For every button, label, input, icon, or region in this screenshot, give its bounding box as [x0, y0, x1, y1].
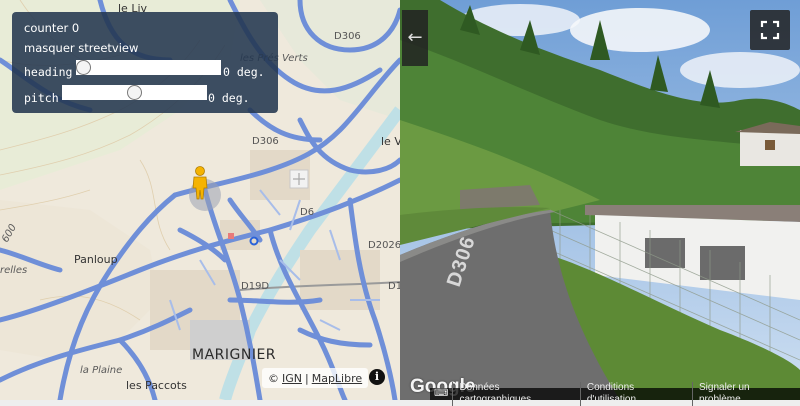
map-label-d1: D1 [388, 281, 400, 292]
map-label-d6: D6 [300, 207, 315, 218]
toggle-streetview-button[interactable]: masquer streetview [24, 41, 138, 55]
streetview-panorama [400, 0, 800, 400]
fullscreen-button[interactable] [750, 10, 790, 50]
map-label-relles: relles [0, 265, 28, 276]
heading-label: heading [24, 65, 73, 79]
arrow-left-icon: ← [407, 27, 423, 48]
pitch-slider-thumb[interactable] [127, 85, 142, 100]
pitch-label: pitch [24, 91, 59, 105]
report-problem-link[interactable]: Signaler un problème [692, 382, 800, 406]
streetview-pane[interactable]: D306 [400, 0, 800, 400]
attribution-separator: | [305, 371, 309, 385]
map-label-d306-top: D306 [334, 31, 361, 42]
control-panel: counter 0 masquer streetview heading 0 d… [12, 12, 278, 113]
map-label-d306-mid: D306 [252, 136, 279, 147]
fullscreen-icon [760, 20, 780, 40]
ign-link[interactable]: IGN [282, 372, 302, 385]
map-label-d2026: D2026 [368, 240, 400, 251]
map-label-les-paccots: les Paccots [126, 379, 187, 392]
map-label-le-v: le V [381, 135, 400, 148]
back-button[interactable]: ← [402, 10, 428, 66]
map-data-link[interactable]: Données cartographiques [452, 382, 579, 406]
pegman-icon[interactable] [188, 166, 212, 200]
map-label-la-plaine: la Plaine [80, 365, 123, 376]
info-icon[interactable]: i [369, 369, 385, 385]
pitch-value: 0 deg. [208, 91, 250, 105]
heading-slider[interactable] [76, 60, 221, 75]
map-label-d19d: D19D [241, 281, 270, 292]
copyright-symbol: © [268, 371, 279, 385]
map-label-town: MARIGNIER [192, 347, 277, 363]
heading-slider-thumb[interactable] [76, 60, 91, 75]
keyboard-shortcuts-icon[interactable]: ⌨ [430, 388, 452, 400]
heading-value: 0 deg. [223, 65, 265, 79]
maplibre-link[interactable]: MapLibre [312, 372, 362, 385]
counter-label: counter 0 [24, 21, 80, 35]
streetview-footer: ⌨ Données cartographiques Conditions d'u… [430, 382, 800, 406]
terms-link[interactable]: Conditions d'utilisation [579, 382, 692, 406]
map-label-panloup: Panloup [74, 253, 118, 266]
pitch-slider[interactable] [62, 85, 207, 100]
map-attribution: © IGN | MapLibre [262, 368, 369, 388]
